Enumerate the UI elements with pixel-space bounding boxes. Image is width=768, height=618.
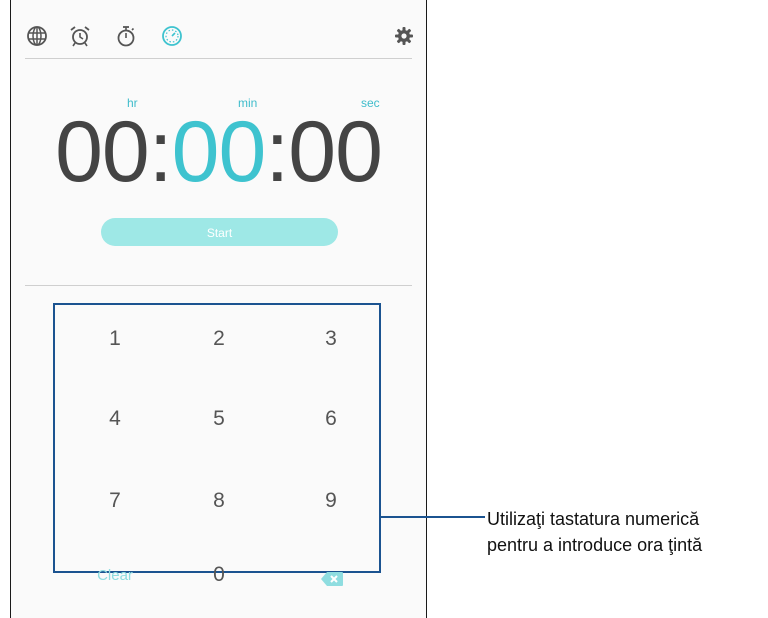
toolbar-divider (25, 58, 412, 59)
timer-screen: hr min sec 00:00:00 Start 1 2 3 4 5 6 7 … (10, 0, 427, 618)
key-8[interactable]: 8 (189, 481, 249, 521)
numeric-keypad: 1 2 3 4 5 6 7 8 9 Clear 0 (53, 303, 381, 586)
callout-line-2: pentru a introduce ora ţintă (487, 535, 703, 555)
key-3[interactable]: 3 (301, 319, 361, 359)
backspace-icon[interactable] (320, 571, 344, 587)
seconds-value[interactable]: 00 (288, 104, 383, 200)
callout-text: Utilizaţi tastatura numerică pentru a in… (487, 506, 702, 558)
stopwatch-icon[interactable] (114, 24, 138, 48)
settings-icon[interactable] (392, 24, 416, 48)
key-9[interactable]: 9 (301, 481, 361, 521)
separator: : (148, 104, 173, 200)
clear-button[interactable]: Clear (85, 561, 145, 591)
timer-icon[interactable] (160, 24, 184, 48)
key-2[interactable]: 2 (189, 319, 249, 359)
hours-value[interactable]: 00 (55, 104, 150, 200)
callout-line-1: Utilizaţi tastatura numerică (487, 509, 700, 529)
alarm-icon[interactable] (68, 24, 92, 48)
timer-display: 00:00:00 (11, 97, 426, 207)
key-1[interactable]: 1 (85, 319, 145, 359)
start-button[interactable]: Start (101, 218, 338, 246)
globe-icon[interactable] (25, 24, 49, 48)
callout-line (380, 516, 485, 518)
key-7[interactable]: 7 (85, 481, 145, 521)
minutes-value[interactable]: 00 (172, 104, 267, 200)
keypad-divider (25, 285, 412, 286)
key-6[interactable]: 6 (301, 399, 361, 439)
key-0[interactable]: 0 (189, 558, 249, 592)
key-4[interactable]: 4 (85, 399, 145, 439)
toolbar (11, 0, 426, 60)
separator: : (265, 104, 289, 200)
key-5[interactable]: 5 (189, 399, 249, 439)
